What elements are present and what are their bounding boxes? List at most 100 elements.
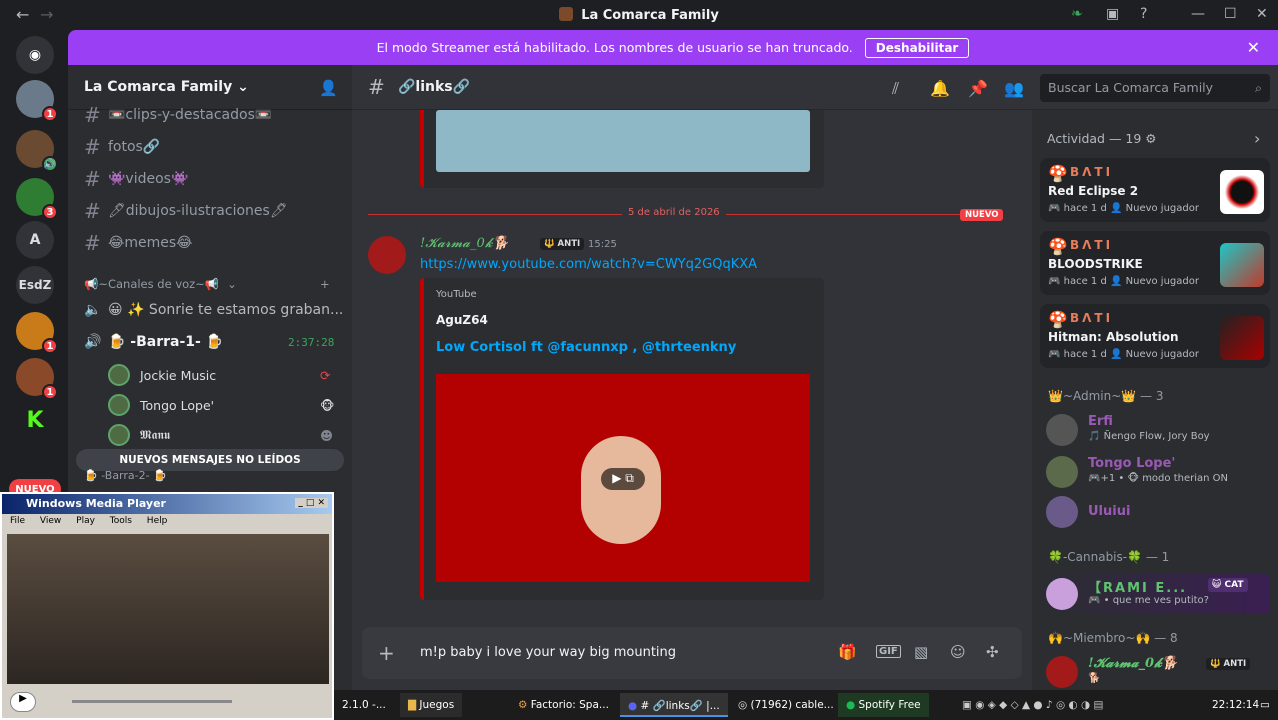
threads-icon[interactable]: ⫽ bbox=[892, 79, 899, 99]
tray-icons[interactable]: ▣ ◉ ◈ ◆ ◇ ▲ ● ♪ ◎ ◐ ◑ ▤ bbox=[954, 693, 1111, 717]
disable-button[interactable]: Deshabilitar bbox=[864, 37, 970, 58]
server-icon[interactable]: 🔊 bbox=[16, 130, 58, 172]
channel-label: 👾videos👾 bbox=[108, 171, 189, 187]
composer-text[interactable]: m!p baby i love your way big mounting bbox=[420, 645, 676, 660]
member-status: 🎮+1 • 🐵 modo therian ON bbox=[1088, 473, 1228, 484]
embed-author[interactable]: AguZ64 bbox=[436, 313, 488, 327]
activity-user: BΛTI bbox=[1070, 311, 1114, 325]
inbox-icon[interactable]: ▣ bbox=[1106, 6, 1119, 22]
voice-user[interactable]: Jockie Music ⟳ bbox=[108, 364, 330, 386]
taskbar-item[interactable]: ▇ Juegos bbox=[400, 693, 463, 717]
member-name: Erfi bbox=[1088, 414, 1113, 429]
gift-icon[interactable]: 🎁 bbox=[838, 643, 857, 661]
taskbar-item[interactable]: 2.1.0 -... bbox=[334, 693, 394, 717]
help-icon[interactable]: ? bbox=[1140, 6, 1147, 22]
emoji-icon[interactable]: ☺ bbox=[950, 643, 966, 661]
pin-icon[interactable]: 📌 bbox=[968, 79, 988, 98]
embed-title[interactable]: Low Cortisol ft @facunnxp , @thrteenkny bbox=[436, 340, 736, 355]
notification-icon[interactable]: ▭ bbox=[1252, 693, 1278, 717]
apps-icon[interactable]: ✣ bbox=[986, 643, 999, 661]
bell-icon[interactable]: 🔔 bbox=[930, 79, 950, 98]
badge: 1 bbox=[42, 338, 58, 354]
voice-user[interactable]: 𝕸𝖆𝖓𝖚 ☻ bbox=[108, 424, 333, 446]
channel-label: 🍺 -Barra-1- 🍺 bbox=[108, 334, 224, 350]
taskbar-item[interactable]: ● Spotify Free bbox=[838, 693, 929, 717]
member-item[interactable]: Erfi 🎵 Ñengo Flow, Jory Boy bbox=[1046, 414, 1276, 450]
channel-item[interactable]: # fotos🔗 bbox=[84, 135, 160, 159]
streamer-banner: El modo Streamer está habilitado. Los no… bbox=[68, 30, 1278, 65]
close-window-icon[interactable]: ✕ bbox=[1256, 6, 1268, 22]
server-icon[interactable]: 3 bbox=[16, 178, 58, 220]
role-group-header: 🍀-Cannabis-🍀 — 1 bbox=[1048, 550, 1170, 564]
taskbar-item[interactable]: ⚙ Factorio: Spa... bbox=[510, 693, 617, 717]
server-label: EsdZ bbox=[18, 278, 52, 292]
emoji-icon: ☻ bbox=[320, 427, 334, 443]
activity-game: BLOODSTRIKE bbox=[1048, 257, 1143, 271]
activity-card[interactable]: 🍄 BΛTI BLOODSTRIKE 🎮 hace 1 d 👤 Nuevo jugad… bbox=[1040, 231, 1270, 295]
chevron-right-icon[interactable]: › bbox=[1254, 129, 1260, 148]
member-item[interactable]: Tongo Lope' 🎮+1 • 🐵 modo therian ON bbox=[1046, 456, 1276, 492]
avatar[interactable] bbox=[368, 236, 406, 274]
activity-meta: 🎮 hace 1 d 👤 Nuevo jugador bbox=[1048, 349, 1199, 360]
gif-icon[interactable]: GIF bbox=[876, 645, 901, 658]
message-author[interactable]: !𝓚𝓪𝓻𝓶𝓪_0𝓴🐕 bbox=[420, 236, 509, 251]
activity-icon: ⟳ bbox=[320, 367, 331, 383]
server-icon[interactable]: 1 bbox=[16, 358, 58, 400]
play-icon[interactable]: ▶ bbox=[10, 692, 36, 712]
avatar bbox=[1046, 656, 1078, 688]
seek-bar[interactable] bbox=[72, 700, 232, 703]
voice-channel[interactable]: 🍺 -Barra-2- 🍺 bbox=[84, 469, 167, 482]
game-art bbox=[1220, 170, 1264, 214]
plus-icon[interactable]: + bbox=[320, 277, 330, 291]
member-item[interactable]: 【RAMI E... 😺 CAT 🎮 • que me ves putito? bbox=[1040, 574, 1270, 614]
server-icon[interactable]: 1 bbox=[16, 80, 58, 122]
server-icon[interactable]: A bbox=[16, 221, 54, 259]
guild-name: La Comarca Family ⌄ bbox=[84, 79, 249, 95]
minimize-icon[interactable]: — bbox=[1191, 6, 1205, 22]
leaf-icon[interactable]: ❧ bbox=[1071, 6, 1083, 22]
member-item[interactable]: !𝓚𝓪𝓻𝓶𝓪_0𝓴🐕 🔱 ANTI 🐕 bbox=[1046, 656, 1276, 690]
voice-channel[interactable]: 🔈 😀 ✨ Sonrie te estamos graban... bbox=[84, 302, 343, 318]
search-icon: ⌕ bbox=[1254, 80, 1262, 95]
activity-card[interactable]: 🍄 BΛTI Red Eclipse 2 🎮 hace 1 d 👤 Nuevo jug… bbox=[1040, 158, 1270, 222]
discord-home-icon[interactable]: ◉ bbox=[16, 36, 54, 74]
activity-meta: 🎮 hace 1 d 👤 Nuevo jugador bbox=[1048, 203, 1199, 214]
search-input[interactable]: Buscar La Comarca Family ⌕ bbox=[1040, 74, 1270, 102]
wmp-menu[interactable]: File View Play Tools Help bbox=[2, 514, 332, 530]
badge: 3 bbox=[42, 204, 58, 220]
voice-user[interactable]: Tongo Lope' 🐵 bbox=[108, 394, 334, 416]
maximize-icon[interactable]: ☐ bbox=[1224, 6, 1237, 22]
plus-icon[interactable]: + bbox=[378, 641, 395, 665]
server-icon[interactable]: EsdZ bbox=[16, 266, 54, 304]
member-status: 🐕 bbox=[1088, 673, 1101, 684]
window-controls-icon[interactable]: _ □ ✕ bbox=[295, 498, 328, 508]
taskbar-item[interactable]: ◎ (71962) cable... bbox=[730, 693, 842, 717]
voice-category[interactable]: 📢~Canales de voz~📢 ⌄ + bbox=[84, 277, 330, 291]
member-item[interactable]: Uluiui bbox=[1046, 496, 1276, 532]
activity-card[interactable]: 🍄 BΛTI Hitman: Absolution 🎮 hace 1 d 👤 Nuev… bbox=[1040, 304, 1270, 368]
members-icon[interactable]: 👥 bbox=[1004, 79, 1024, 98]
message-link[interactable]: https://www.youtube.com/watch?v=CWYq2GQq… bbox=[420, 257, 757, 272]
member-status: 🎮 • que me ves putito? bbox=[1088, 595, 1209, 606]
taskbar-item[interactable]: ● # 🔗links🔗 |... bbox=[620, 693, 728, 717]
voice-channel[interactable]: 🔊 🍺 -Barra-1- 🍺 2:37:28 bbox=[84, 334, 334, 350]
channel-item[interactable]: # 🖊dibujos-ilustraciones🖊 bbox=[84, 199, 288, 223]
message-composer[interactable]: + m!p baby i love your way big mounting … bbox=[362, 627, 1022, 679]
server-icon[interactable]: 1 bbox=[16, 312, 58, 354]
activity-header: Actividad — 19 ⚙ bbox=[1047, 131, 1157, 146]
close-icon[interactable]: ✕ bbox=[1247, 38, 1260, 57]
server-icon[interactable]: K bbox=[16, 401, 54, 439]
taskbar-label: Factorio: Spa... bbox=[530, 699, 609, 711]
play-icon[interactable]: ▶ ⧉ bbox=[601, 468, 645, 490]
drawing-image[interactable] bbox=[436, 110, 810, 172]
add-user-icon[interactable]: 👤 bbox=[319, 79, 338, 97]
message-time: 15:25 bbox=[588, 239, 617, 250]
channel-item[interactable]: # 👾videos👾 bbox=[84, 167, 188, 191]
folder-icon: ▇ bbox=[408, 699, 420, 711]
channel-item[interactable]: # 😂memes😂 bbox=[84, 231, 193, 255]
unread-messages-bar[interactable]: NUEVOS MENSAJES NO LEÍDOS bbox=[76, 449, 344, 471]
channel-item[interactable]: # 📼clips-y-destacados📼 bbox=[84, 103, 272, 127]
video-thumbnail[interactable]: ▶ ⧉ bbox=[436, 374, 810, 582]
app-title: La Comarca Family bbox=[0, 7, 1278, 23]
sticker-icon[interactable]: ▧ bbox=[914, 643, 928, 661]
